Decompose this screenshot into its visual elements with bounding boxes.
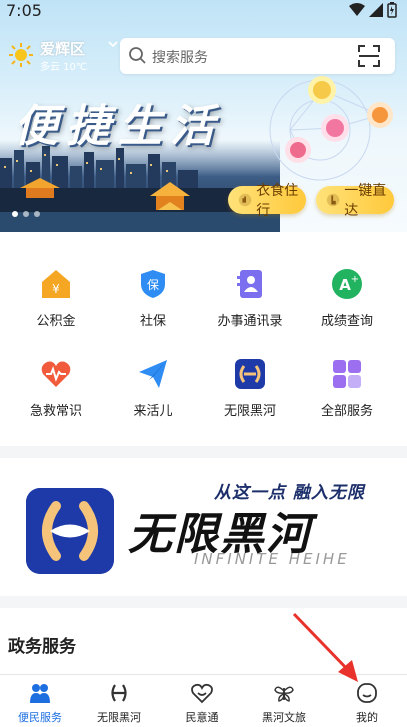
banner-pill-label: 一键直达 — [344, 183, 387, 219]
tab-public-opinion[interactable]: 民意通 — [162, 675, 242, 727]
hero-banner[interactable]: 爱辉区 多云 10℃ 搜索服务 便捷生活 衣食住行 一键直达 — [0, 0, 407, 232]
status-icons — [349, 2, 397, 18]
all-services-icon — [333, 360, 361, 388]
chevron-down-icon[interactable] — [108, 40, 118, 48]
service-grid: ¥ 公积金 保 社保 办事通讯录 A + 成绩查询 急救常识 来活儿 无限黑河 全… — [0, 232, 407, 446]
scan-icon[interactable] — [357, 44, 381, 68]
weather-widget[interactable]: 爱辉区 多云 10℃ — [8, 38, 118, 74]
banner-pill-label: 衣食住行 — [256, 183, 299, 219]
people-icon — [30, 684, 50, 703]
grade-query-icon: A + — [332, 269, 362, 299]
search-bar[interactable]: 搜索服务 — [120, 38, 395, 74]
carousel-indicator — [12, 211, 40, 217]
battery-icon — [387, 2, 397, 18]
banner-pill-one-click[interactable]: 一键直达 — [316, 183, 394, 219]
wuxian-heihe-icon — [235, 359, 265, 389]
wifi-icon — [349, 3, 365, 16]
carousel-dot — [34, 211, 40, 217]
service-housing-fund[interactable]: ¥ 公积金 — [11, 268, 101, 348]
service-social-security[interactable]: 保 社保 — [108, 268, 198, 348]
first-aid-icon — [41, 361, 71, 387]
service-grade-query[interactable]: A + 成绩查询 — [302, 268, 392, 348]
svg-text:保: 保 — [147, 278, 159, 292]
sun-icon — [9, 43, 33, 67]
service-contacts[interactable]: 办事通讯录 — [205, 268, 295, 348]
svg-text:A: A — [339, 276, 351, 294]
svg-text:¥: ¥ — [52, 282, 60, 296]
service-first-aid[interactable]: 急救常识 — [11, 358, 101, 438]
housing-fund-icon: ¥ — [42, 270, 70, 298]
banner-slogan: 便捷生活 — [14, 101, 222, 152]
promo-english: INFINITE HEIHE — [194, 550, 350, 568]
annotation-arrow-icon — [292, 612, 358, 682]
carousel-dot — [12, 211, 18, 217]
carousel-dot — [23, 211, 29, 217]
banner-pill-clothing-food[interactable]: 衣食住行 — [228, 183, 306, 219]
section-title: 政务服务 — [8, 637, 76, 657]
contacts-icon — [237, 270, 262, 298]
weather-condition: 多云 10℃ — [40, 62, 88, 73]
status-time: 7:05 — [6, 1, 42, 20]
heart-icon — [191, 683, 213, 704]
signal-icon — [369, 3, 383, 17]
infinity-logo-icon — [111, 684, 127, 702]
wuxian-heihe-logo-icon — [26, 488, 114, 574]
promo-banner[interactable]: 从这一点 融入无限 无限黑河 INFINITE HEIHE — [0, 458, 407, 596]
tab-convenience[interactable]: 便民服务 — [0, 675, 80, 727]
svg-text:+: + — [351, 274, 359, 285]
paper-plane-icon — [139, 360, 167, 388]
service-all-services[interactable]: 全部服务 — [302, 358, 392, 438]
search-input[interactable]: 搜索服务 — [152, 47, 208, 67]
pointer-icon — [326, 193, 340, 207]
tab-wuxian-heihe[interactable]: 无限黑河 — [79, 675, 159, 727]
location-label: 爱辉区 — [40, 40, 86, 58]
status-bar: 7:05 — [0, 0, 407, 24]
search-icon — [129, 47, 146, 64]
service-gig-work[interactable]: 来活儿 — [108, 358, 198, 438]
hand-icon — [238, 193, 252, 207]
social-security-icon: 保 — [141, 270, 165, 298]
service-wuxian-heihe[interactable]: 无限黑河 — [205, 358, 295, 438]
network-decoration-icon — [269, 76, 393, 181]
